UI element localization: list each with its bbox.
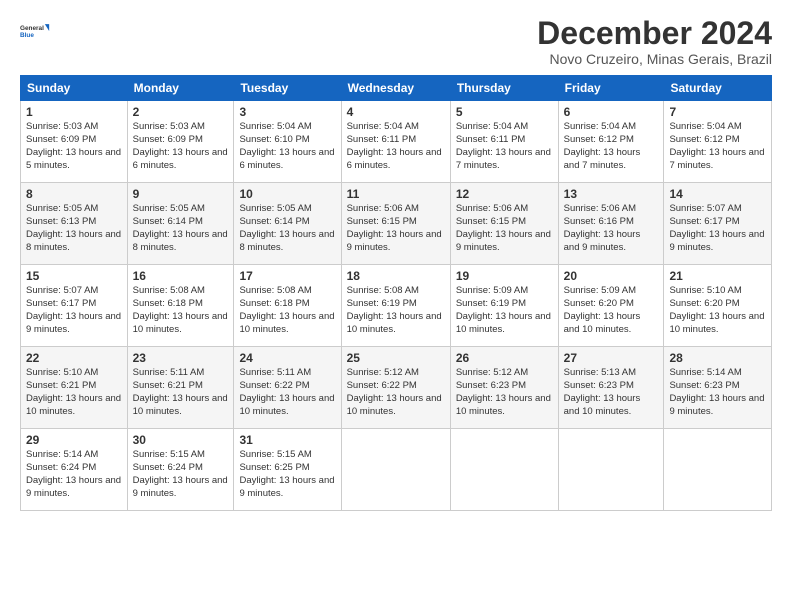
week-row-5: 29 Sunrise: 5:14 AMSunset: 6:24 PMDaylig… — [21, 429, 772, 511]
day-11: 11 Sunrise: 5:06 AMSunset: 6:15 PMDaylig… — [341, 183, 450, 265]
day-27: 27 Sunrise: 5:13 AMSunset: 6:23 PMDaylig… — [558, 347, 664, 429]
page: GeneralBlue December 2024 Novo Cruzeiro,… — [0, 0, 792, 612]
day-8: 8 Sunrise: 5:05 AMSunset: 6:13 PMDayligh… — [21, 183, 128, 265]
day-5: 5 Sunrise: 5:04 AMSunset: 6:11 PMDayligh… — [450, 101, 558, 183]
day-9: 9 Sunrise: 5:05 AMSunset: 6:14 PMDayligh… — [127, 183, 234, 265]
day-15: 15 Sunrise: 5:07 AMSunset: 6:17 PMDaylig… — [21, 265, 128, 347]
day-3: 3 Sunrise: 5:04 AMSunset: 6:10 PMDayligh… — [234, 101, 341, 183]
location: Novo Cruzeiro, Minas Gerais, Brazil — [537, 51, 772, 67]
col-monday: Monday — [127, 76, 234, 101]
svg-text:General: General — [20, 25, 44, 32]
week-row-1: 1 Sunrise: 5:03 AMSunset: 6:09 PMDayligh… — [21, 101, 772, 183]
col-thursday: Thursday — [450, 76, 558, 101]
calendar-table: Sunday Monday Tuesday Wednesday Thursday… — [20, 75, 772, 511]
day-29: 29 Sunrise: 5:14 AMSunset: 6:24 PMDaylig… — [21, 429, 128, 511]
col-tuesday: Tuesday — [234, 76, 341, 101]
week-row-3: 15 Sunrise: 5:07 AMSunset: 6:17 PMDaylig… — [21, 265, 772, 347]
svg-text:Blue: Blue — [20, 32, 34, 39]
col-saturday: Saturday — [664, 76, 772, 101]
day-20: 20 Sunrise: 5:09 AMSunset: 6:20 PMDaylig… — [558, 265, 664, 347]
day-4: 4 Sunrise: 5:04 AMSunset: 6:11 PMDayligh… — [341, 101, 450, 183]
day-14: 14 Sunrise: 5:07 AMSunset: 6:17 PMDaylig… — [664, 183, 772, 265]
col-friday: Friday — [558, 76, 664, 101]
col-wednesday: Wednesday — [341, 76, 450, 101]
day-24: 24 Sunrise: 5:11 AMSunset: 6:22 PMDaylig… — [234, 347, 341, 429]
day-22: 22 Sunrise: 5:10 AMSunset: 6:21 PMDaylig… — [21, 347, 128, 429]
day-16: 16 Sunrise: 5:08 AMSunset: 6:18 PMDaylig… — [127, 265, 234, 347]
header-row: Sunday Monday Tuesday Wednesday Thursday… — [21, 76, 772, 101]
day-17: 17 Sunrise: 5:08 AMSunset: 6:18 PMDaylig… — [234, 265, 341, 347]
title-block: December 2024 Novo Cruzeiro, Minas Gerai… — [537, 16, 772, 67]
day-30: 30 Sunrise: 5:15 AMSunset: 6:24 PMDaylig… — [127, 429, 234, 511]
week-row-2: 8 Sunrise: 5:05 AMSunset: 6:13 PMDayligh… — [21, 183, 772, 265]
header: GeneralBlue December 2024 Novo Cruzeiro,… — [20, 16, 772, 67]
day-6: 6 Sunrise: 5:04 AMSunset: 6:12 PMDayligh… — [558, 101, 664, 183]
logo: GeneralBlue — [20, 16, 50, 46]
day-26: 26 Sunrise: 5:12 AMSunset: 6:23 PMDaylig… — [450, 347, 558, 429]
day-23: 23 Sunrise: 5:11 AMSunset: 6:21 PMDaylig… — [127, 347, 234, 429]
day-28: 28 Sunrise: 5:14 AMSunset: 6:23 PMDaylig… — [664, 347, 772, 429]
day-1: 1 Sunrise: 5:03 AMSunset: 6:09 PMDayligh… — [21, 101, 128, 183]
day-10: 10 Sunrise: 5:05 AMSunset: 6:14 PMDaylig… — [234, 183, 341, 265]
day-12: 12 Sunrise: 5:06 AMSunset: 6:15 PMDaylig… — [450, 183, 558, 265]
empty-cell-3 — [558, 429, 664, 511]
day-21: 21 Sunrise: 5:10 AMSunset: 6:20 PMDaylig… — [664, 265, 772, 347]
day-13: 13 Sunrise: 5:06 AMSunset: 6:16 PMDaylig… — [558, 183, 664, 265]
empty-cell-4 — [664, 429, 772, 511]
logo-icon: GeneralBlue — [20, 16, 50, 46]
day-18: 18 Sunrise: 5:08 AMSunset: 6:19 PMDaylig… — [341, 265, 450, 347]
empty-cell-2 — [450, 429, 558, 511]
day-19: 19 Sunrise: 5:09 AMSunset: 6:19 PMDaylig… — [450, 265, 558, 347]
month-title: December 2024 — [537, 16, 772, 51]
day-31: 31 Sunrise: 5:15 AMSunset: 6:25 PMDaylig… — [234, 429, 341, 511]
week-row-4: 22 Sunrise: 5:10 AMSunset: 6:21 PMDaylig… — [21, 347, 772, 429]
day-7: 7 Sunrise: 5:04 AMSunset: 6:12 PMDayligh… — [664, 101, 772, 183]
col-sunday: Sunday — [21, 76, 128, 101]
empty-cell-1 — [341, 429, 450, 511]
day-2: 2 Sunrise: 5:03 AMSunset: 6:09 PMDayligh… — [127, 101, 234, 183]
day-25: 25 Sunrise: 5:12 AMSunset: 6:22 PMDaylig… — [341, 347, 450, 429]
